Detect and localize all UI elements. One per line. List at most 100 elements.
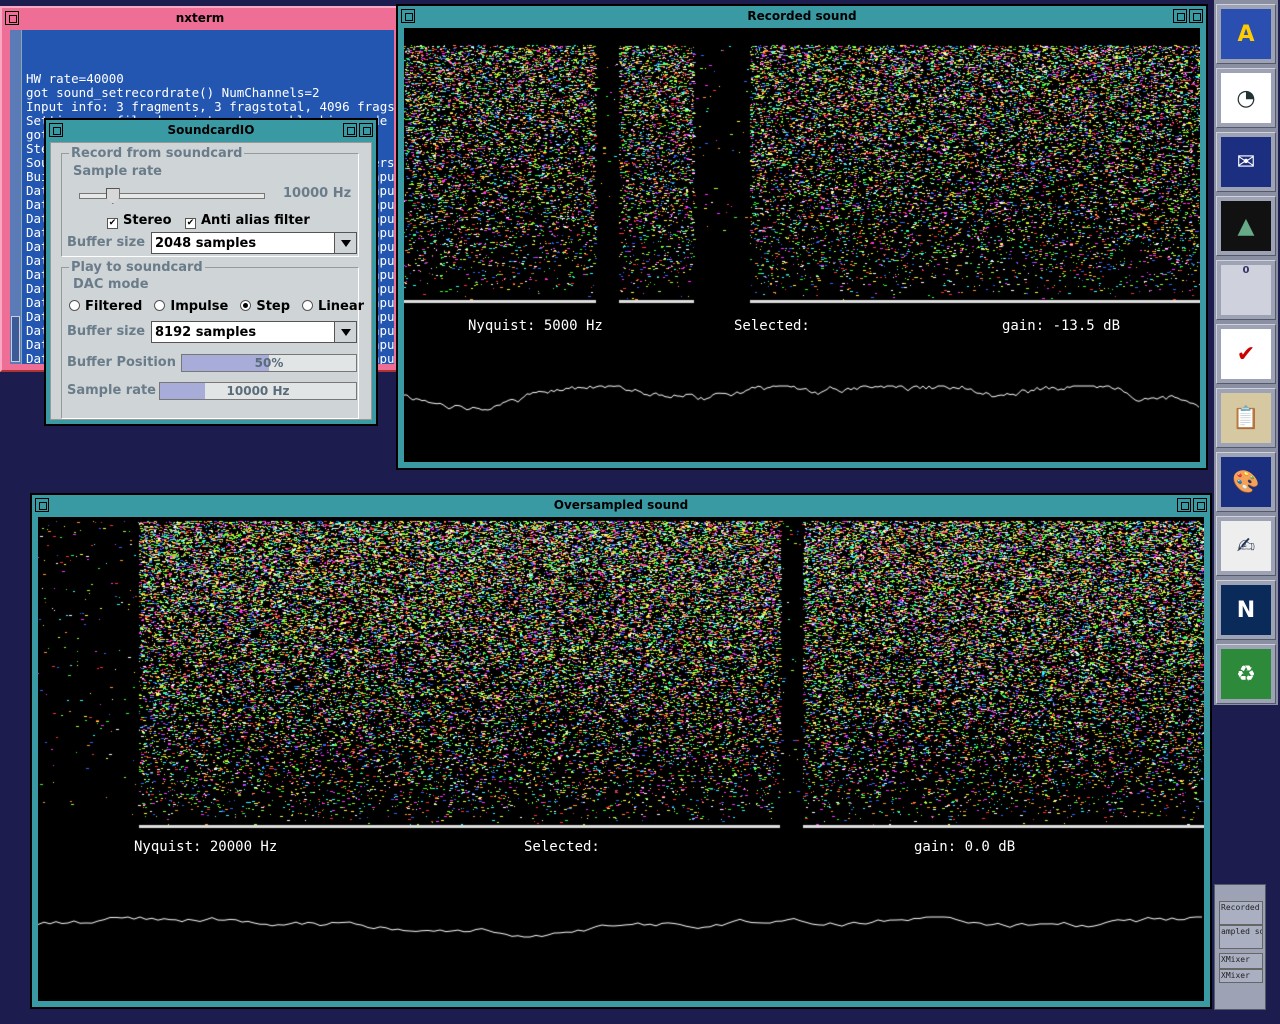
oversampled-sound-window[interactable]: Oversampled sound Nyquist: 20000 Hz Sele… xyxy=(30,493,1212,1009)
stereo-checkbox[interactable]: ✔ Stereo xyxy=(107,213,172,229)
terminal-scrollbar[interactable] xyxy=(10,30,22,364)
recorded-title: Recorded sound xyxy=(747,9,857,23)
soundcardio-titlebar[interactable]: SoundcardIO xyxy=(46,120,376,140)
pager-item[interactable]: XMixer xyxy=(1219,969,1263,983)
radio-icon[interactable] xyxy=(154,300,166,311)
clock-icon[interactable]: ◔ xyxy=(1216,68,1276,128)
radio-icon[interactable] xyxy=(240,300,252,311)
maximize-button[interactable] xyxy=(1193,498,1207,512)
pager-item[interactable]: ampled so xyxy=(1219,925,1263,949)
window-menu-button[interactable] xyxy=(35,498,49,512)
waveform-monitor-icon[interactable]: ▲ xyxy=(1216,196,1276,256)
oversampled-titlebar[interactable]: Oversampled sound xyxy=(32,495,1210,515)
sample-rate-slider[interactable] xyxy=(79,188,265,204)
chevron-down-icon[interactable] xyxy=(334,322,356,342)
record-buffer-size-label: Buffer size xyxy=(67,235,146,250)
pager-applet-icon[interactable]: 0 xyxy=(1216,260,1276,320)
paint-icon-glyph: 🎨 xyxy=(1221,457,1271,507)
stereo-label: Stereo xyxy=(123,213,172,228)
nxterm-titlebar[interactable]: nxterm xyxy=(2,8,398,28)
minimize-button[interactable] xyxy=(343,123,357,137)
font-app-icon[interactable]: A xyxy=(1216,4,1276,64)
terminal-line: HW rate=40000 xyxy=(26,71,124,86)
letter-edit-icon[interactable]: ✍ xyxy=(1216,516,1276,576)
dac-mode-label: Impulse xyxy=(170,299,229,314)
play-sample-rate-text: 10000 Hz xyxy=(226,384,290,398)
waveform-monitor-icon-glyph: ▲ xyxy=(1221,201,1271,251)
buffer-position-bar[interactable]: 50% xyxy=(181,354,357,372)
recycle-icon-glyph: ♻ xyxy=(1221,649,1271,699)
clipboard-icon[interactable]: 📋 xyxy=(1216,388,1276,448)
buffer-position-label: Buffer Position xyxy=(67,355,176,370)
dac-mode-filtered-radio[interactable]: Filtered xyxy=(69,299,142,314)
terminal-line: got sound_setrecordrate() NumChannels=2 xyxy=(26,85,320,100)
recorded-selected: Selected: xyxy=(734,318,810,334)
window-menu-button[interactable] xyxy=(49,123,63,137)
dac-mode-label: Step xyxy=(256,299,291,314)
play-buffer-size-label: Buffer size xyxy=(67,324,146,339)
dac-mode-label: Linear xyxy=(318,299,365,314)
play-group-label: Play to soundcard xyxy=(69,260,205,275)
dock: A ◔ ✉ ▲ 0 ✔ 📋 🎨 ✍ N ♻ xyxy=(1214,0,1278,705)
record-buffer-size-select[interactable]: 2048 samples xyxy=(151,232,357,254)
minimize-button[interactable] xyxy=(1177,498,1191,512)
window-list-pager[interactable]: Recorded ampled so XMixer XMixer xyxy=(1214,884,1266,1010)
play-buffer-size-select[interactable]: 8192 samples xyxy=(151,321,357,343)
pager-item[interactable]: XMixer xyxy=(1219,953,1263,969)
antialias-checkbox[interactable]: ✔ Anti alias filter xyxy=(185,213,310,229)
play-sample-rate-label: Sample rate xyxy=(67,383,157,398)
maximize-button[interactable] xyxy=(1189,9,1203,23)
stereo-check-icon[interactable]: ✔ xyxy=(107,218,118,229)
pager-item[interactable]: Recorded xyxy=(1219,901,1263,925)
oversampled-spectrogram[interactable] xyxy=(38,517,1204,829)
chevron-down-icon[interactable] xyxy=(334,233,356,253)
maximize-button[interactable] xyxy=(359,123,373,137)
soundcardio-window[interactable]: SoundcardIO Record from soundcard Sample… xyxy=(44,118,378,426)
recorded-titlebar[interactable]: Recorded sound xyxy=(398,6,1206,26)
dac-mode-impulse-radio[interactable]: Impulse xyxy=(154,299,228,314)
dac-mode-step-radio[interactable]: Step xyxy=(240,299,290,314)
oversampled-nyquist: Nyquist: 20000 Hz xyxy=(134,839,278,855)
mailbox-icon-glyph: ✉ xyxy=(1221,137,1271,187)
netscape-icon[interactable]: N xyxy=(1216,580,1276,640)
sample-rate-value: 10000 Hz xyxy=(283,186,352,201)
oversampled-display[interactable]: Nyquist: 20000 Hz Selected: gain: 0.0 dB xyxy=(38,517,1204,1001)
checklist-icon[interactable]: ✔ xyxy=(1216,324,1276,384)
checklist-icon-glyph: ✔ xyxy=(1221,329,1271,379)
antialias-check-icon[interactable]: ✔ xyxy=(185,218,196,229)
recorded-gain: gain: -13.5 dB xyxy=(1002,318,1121,334)
scrollbar-thumb[interactable] xyxy=(11,316,20,362)
record-group-label: Record from soundcard xyxy=(69,146,245,161)
dac-mode-linear-radio[interactable]: Linear xyxy=(302,299,364,314)
buffer-position-text: 50% xyxy=(254,356,284,370)
recorded-waveform[interactable] xyxy=(404,368,1200,428)
play-sample-rate-bar[interactable]: 10000 Hz xyxy=(159,382,357,400)
nxterm-title: nxterm xyxy=(175,11,225,25)
oversampled-selected: Selected: xyxy=(524,839,600,855)
oversampled-gain: gain: 0.0 dB xyxy=(914,839,1016,855)
dac-mode-radio-group: Filtered Impulse Step Linear xyxy=(69,299,364,314)
window-menu-button[interactable] xyxy=(5,11,19,25)
pager-applet-icon-glyph: 0 xyxy=(1221,265,1271,315)
clipboard-icon-glyph: 📋 xyxy=(1221,393,1271,443)
oversampled-waveform[interactable] xyxy=(38,897,1204,957)
minimize-button[interactable] xyxy=(1173,9,1187,23)
terminal-line: Input info: 3 fragments, 3 fragstotal, 4… xyxy=(26,99,394,114)
recorded-nyquist: Nyquist: 5000 Hz xyxy=(468,318,603,334)
letter-edit-icon-glyph: ✍ xyxy=(1221,521,1271,571)
radio-icon[interactable] xyxy=(69,300,80,311)
radio-icon[interactable] xyxy=(302,300,314,311)
recycle-icon[interactable]: ♻ xyxy=(1216,644,1276,704)
window-menu-button[interactable] xyxy=(401,9,415,23)
recorded-display[interactable]: Nyquist: 5000 Hz Selected: gain: -13.5 d… xyxy=(404,28,1200,462)
sample-rate-label: Sample rate xyxy=(73,164,163,179)
soundcardio-title: SoundcardIO xyxy=(167,123,255,137)
mailbox-icon[interactable]: ✉ xyxy=(1216,132,1276,192)
clock-icon-glyph: ◔ xyxy=(1221,73,1271,123)
recorded-sound-window[interactable]: Recorded sound Nyquist: 5000 Hz Selected… xyxy=(396,4,1208,470)
dac-mode-label: Filtered xyxy=(85,299,143,314)
play-buffer-size-value: 8192 samples xyxy=(155,325,257,340)
recorded-spectrogram[interactable] xyxy=(404,28,1200,304)
paint-icon[interactable]: 🎨 xyxy=(1216,452,1276,512)
oversampled-title: Oversampled sound xyxy=(553,498,689,512)
